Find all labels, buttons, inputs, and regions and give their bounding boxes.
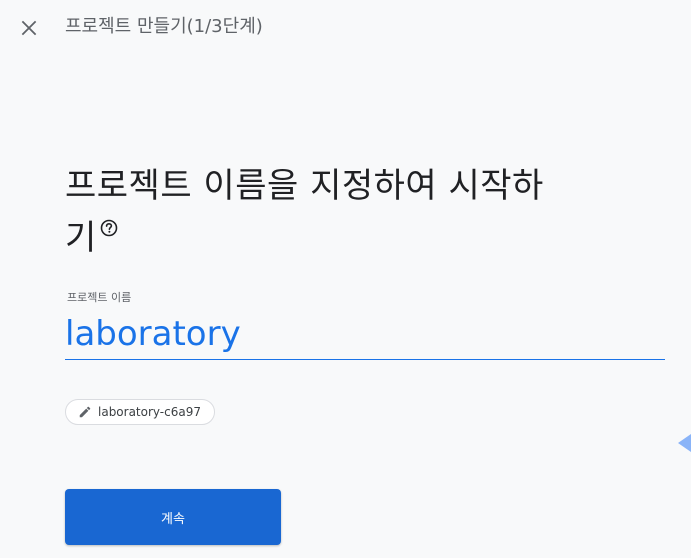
help-circle-icon[interactable] [99, 218, 119, 238]
project-name-input[interactable] [65, 308, 665, 360]
project-id-text: laboratory-c6a97 [98, 405, 201, 419]
close-icon [21, 20, 37, 36]
close-button[interactable] [14, 13, 44, 43]
pencil-icon [79, 406, 91, 418]
main-heading: 프로젝트 이름을 지정하여 시작하 기 [65, 160, 545, 264]
heading-line-1: 프로젝트 이름을 지정하여 시작하 [65, 166, 544, 206]
side-panel-arrow-icon[interactable] [678, 433, 691, 453]
continue-button[interactable]: 계속 [65, 489, 281, 545]
project-name-label: 프로젝트 이름 [67, 291, 132, 304]
page-title: 프로젝트 만들기(1/3단계) [65, 16, 263, 37]
project-id-chip[interactable]: laboratory-c6a97 [65, 399, 215, 425]
heading-line-2: 기 [65, 218, 97, 258]
